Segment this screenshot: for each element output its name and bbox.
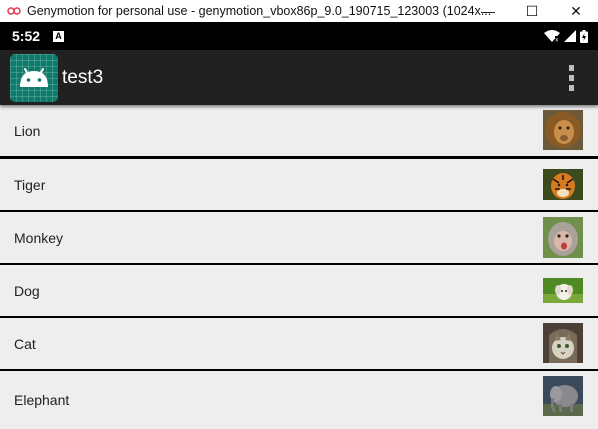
status-icons: x (544, 22, 588, 50)
close-button[interactable]: ✕ (554, 0, 598, 22)
window-titlebar: Genymotion for personal use - genymotion… (0, 0, 598, 22)
svg-text:x: x (555, 38, 558, 43)
app-title: test3 (62, 66, 104, 88)
list-item[interactable]: Elephant (0, 371, 598, 429)
elephant-thumbnail (543, 376, 583, 416)
lion-thumbnail (543, 110, 583, 150)
genymotion-logo-icon (7, 7, 21, 15)
minimize-button[interactable]: — (466, 0, 510, 22)
list-item[interactable]: Tiger (0, 159, 598, 210)
monkey-thumbnail (543, 217, 583, 258)
status-time: 5:52 (12, 28, 41, 44)
list-item-label: Lion (14, 122, 41, 139)
list-item[interactable]: Cat (0, 318, 598, 369)
status-bar: 5:52 A x (0, 22, 598, 50)
list-item-label: Cat (14, 335, 36, 352)
list-item[interactable]: Dog (0, 265, 598, 316)
app-logo (10, 53, 58, 102)
window-title: Genymotion for personal use - genymotion… (27, 4, 492, 18)
battery-icon (580, 29, 588, 43)
window-controls: — ☐ ✕ (466, 0, 598, 22)
app-bar: test3 (0, 50, 598, 105)
list-item-label: Monkey (14, 229, 64, 246)
notification-badge: A (53, 30, 65, 42)
cat-thumbnail (543, 323, 583, 363)
list-item[interactable]: Lion (0, 105, 598, 156)
signal-icon (564, 30, 576, 42)
dog-thumbnail (543, 278, 583, 303)
animal-list: Lion Tiger Monkey Dog Cat Elephant (0, 105, 598, 429)
list-item-label: Tiger (14, 176, 46, 193)
maximize-button[interactable]: ☐ (510, 0, 554, 22)
android-icon (20, 67, 48, 87)
list-item-label: Elephant (14, 392, 70, 408)
overflow-menu-icon[interactable] (564, 65, 578, 91)
list-item-label: Dog (14, 282, 40, 299)
tiger-thumbnail (543, 169, 583, 200)
list-item[interactable]: Monkey (0, 212, 598, 263)
wifi-icon: x (544, 30, 560, 42)
